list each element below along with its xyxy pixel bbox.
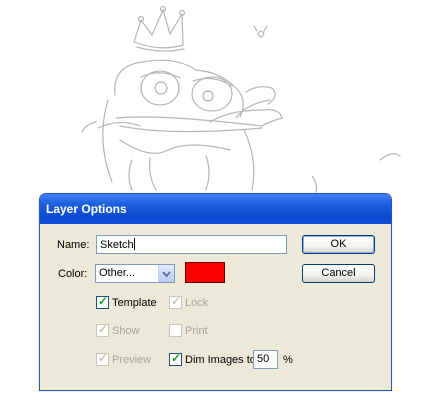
print-label: Print <box>185 325 208 337</box>
checkmark-icon: ✓ <box>98 294 109 308</box>
color-label: Color: <box>58 268 88 280</box>
checkmark-icon: ✓ <box>171 351 182 365</box>
template-checkbox[interactable]: ✓ <box>96 294 109 309</box>
print-checkbox[interactable] <box>169 324 182 337</box>
dim-images-label: Dim Images to: <box>185 354 259 366</box>
chevron-down-icon[interactable] <box>158 265 174 282</box>
color-select[interactable]: Other... <box>95 264 175 283</box>
dim-percentage-input[interactable]: 50 <box>253 350 278 369</box>
preview-checkbox[interactable]: ✓ <box>96 351 109 366</box>
checkmark-icon: ✓ <box>171 294 182 308</box>
percent-unit: % <box>283 354 293 366</box>
name-field-value: Sketch <box>100 239 134 251</box>
lock-label: Lock <box>185 297 209 309</box>
name-field[interactable]: Sketch <box>96 235 287 254</box>
checkmark-icon: ✓ <box>98 351 109 365</box>
checkmark-icon: ✓ <box>98 322 109 336</box>
dialog-title-bar[interactable]: Layer Options <box>40 194 391 224</box>
show-checkbox[interactable]: ✓ <box>96 322 109 337</box>
color-swatch[interactable] <box>185 262 225 283</box>
ok-button[interactable]: OK <box>302 235 375 254</box>
preview-label: Preview <box>112 354 152 366</box>
cancel-button[interactable]: Cancel <box>302 264 375 283</box>
name-label: Name: <box>57 239 90 251</box>
text-caret <box>133 238 135 250</box>
fly-sketch <box>253 25 268 38</box>
crown-sketch <box>133 8 184 49</box>
color-select-value: Other... <box>99 267 136 279</box>
template-label: Template <box>112 297 157 309</box>
show-label: Show <box>112 325 140 337</box>
dialog-title: Layer Options <box>46 202 127 216</box>
dim-images-checkbox[interactable]: ✓ <box>169 351 182 366</box>
lock-checkbox[interactable]: ✓ <box>169 294 182 309</box>
layer-options-dialog: Layer Options Name: Sketch Color: Other.… <box>39 193 392 391</box>
frog-body-sketch <box>102 99 113 183</box>
